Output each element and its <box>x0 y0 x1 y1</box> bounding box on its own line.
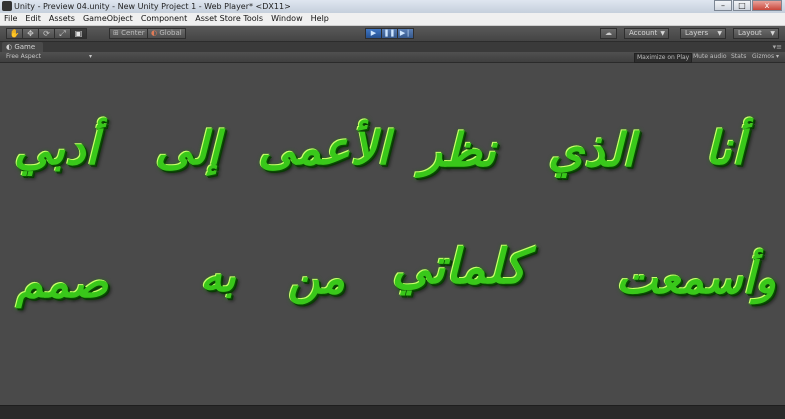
hand-tool-icon[interactable]: ✋ <box>6 28 23 39</box>
aspect-dropdown[interactable]: Free Aspect ▾ <box>2 52 94 62</box>
rotate-tool-icon[interactable]: ⟳ <box>38 28 55 39</box>
layers-dropdown[interactable]: Layers ▼ <box>680 28 726 39</box>
window-title-bar: Unity - Preview 04.unity - New Unity Pro… <box>0 0 785 14</box>
gizmos-label: Gizmos <box>752 53 775 60</box>
chevron-down-icon: ▼ <box>770 30 775 37</box>
mute-audio-toggle[interactable]: Mute audio <box>691 53 729 61</box>
unity-app-icon <box>2 1 12 11</box>
tab-game[interactable]: ◐ Game <box>2 42 44 52</box>
poem-word: أدبي <box>14 121 99 175</box>
maximize-on-play-toggle[interactable]: Maximize on Play <box>634 53 693 63</box>
poem-word: كلماتي <box>392 239 527 295</box>
scale-tool-icon[interactable]: ⤢ <box>54 28 71 39</box>
minimize-button[interactable]: – <box>714 0 732 11</box>
menu-component[interactable]: Component <box>137 13 191 25</box>
step-button[interactable]: ▶❘ <box>397 28 414 39</box>
menu-bar: File Edit Assets GameObject Component As… <box>0 13 785 26</box>
transform-tools: ✋ ✥ ⟳ ⤢ ▣ <box>6 28 87 39</box>
poem-word: وأسمعت <box>616 253 777 304</box>
cloud-icon[interactable]: ☁ <box>600 28 617 39</box>
game-tab-label: Game <box>14 43 36 51</box>
play-controls: ▶ ❚❚ ▶❘ <box>365 28 414 39</box>
poem-word: الأعمى <box>258 121 390 175</box>
play-button[interactable]: ▶ <box>365 28 382 39</box>
menu-help[interactable]: Help <box>307 13 333 25</box>
rect-tool-icon[interactable]: ▣ <box>70 28 87 39</box>
poem-word: إلى <box>155 121 221 175</box>
layout-label: Layout <box>738 29 762 37</box>
layers-label: Layers <box>685 29 709 37</box>
game-tab-icon: ◐ <box>6 43 13 51</box>
poem-word: الذي <box>548 123 635 177</box>
pivot-space-button[interactable]: ◐ Global <box>147 28 186 39</box>
poem-word: من <box>288 253 346 304</box>
menu-assets[interactable]: Assets <box>45 13 79 25</box>
poem-word: نظر <box>420 123 496 177</box>
layout-dropdown[interactable]: Layout ▼ <box>733 28 779 39</box>
window-controls: – □ x <box>714 0 782 12</box>
main-toolbar: ✋ ✥ ⟳ ⤢ ▣ ⊞ Center ◐ Global ▶ ❚❚ ▶❘ ☁ Ac… <box>0 26 785 42</box>
menu-asset-store-tools[interactable]: Asset Store Tools <box>191 13 267 25</box>
poem-word: أنا <box>705 121 745 175</box>
game-view[interactable]: أنا الذي نظر الأعمى إلى أدبي وأسمعت كلما… <box>0 63 785 405</box>
window-title: Unity - Preview 04.unity - New Unity Pro… <box>14 2 291 11</box>
chevron-down-icon: ▼ <box>717 30 722 37</box>
move-tool-icon[interactable]: ✥ <box>22 28 39 39</box>
poem-word: صمم <box>16 257 109 308</box>
menu-file[interactable]: File <box>0 13 21 25</box>
account-label: Account <box>629 29 658 37</box>
chevron-down-icon: ▾ <box>88 53 92 60</box>
pause-button[interactable]: ❚❚ <box>381 28 398 39</box>
pivot-center-button[interactable]: ⊞ Center <box>109 28 149 39</box>
panel-tab-bar: ◐ Game ▾≡ <box>0 42 785 52</box>
global-icon: ◐ <box>151 29 158 37</box>
chevron-down-icon: ▾ <box>776 53 780 60</box>
game-view-toolbar: Free Aspect ▾ Maximize on Play Mute audi… <box>0 52 785 63</box>
panel-menu-icon[interactable]: ▾≡ <box>773 43 782 51</box>
space-label: Global <box>159 29 182 37</box>
pivot-icon: ⊞ <box>113 29 119 37</box>
pivot-label: Center <box>121 29 145 37</box>
aspect-label: Free Aspect <box>6 53 42 60</box>
gizmos-dropdown[interactable]: Gizmos ▾ <box>750 53 781 61</box>
menu-edit[interactable]: Edit <box>21 13 45 25</box>
menu-window[interactable]: Window <box>267 13 307 25</box>
account-dropdown[interactable]: Account ▼ <box>624 28 669 39</box>
stats-toggle[interactable]: Stats <box>729 53 748 61</box>
chevron-down-icon: ▼ <box>660 30 665 37</box>
close-button[interactable]: x <box>752 0 782 11</box>
menu-gameobject[interactable]: GameObject <box>79 13 137 25</box>
status-bar <box>0 405 785 419</box>
maximize-button[interactable]: □ <box>733 0 751 11</box>
poem-word: به <box>200 251 236 302</box>
